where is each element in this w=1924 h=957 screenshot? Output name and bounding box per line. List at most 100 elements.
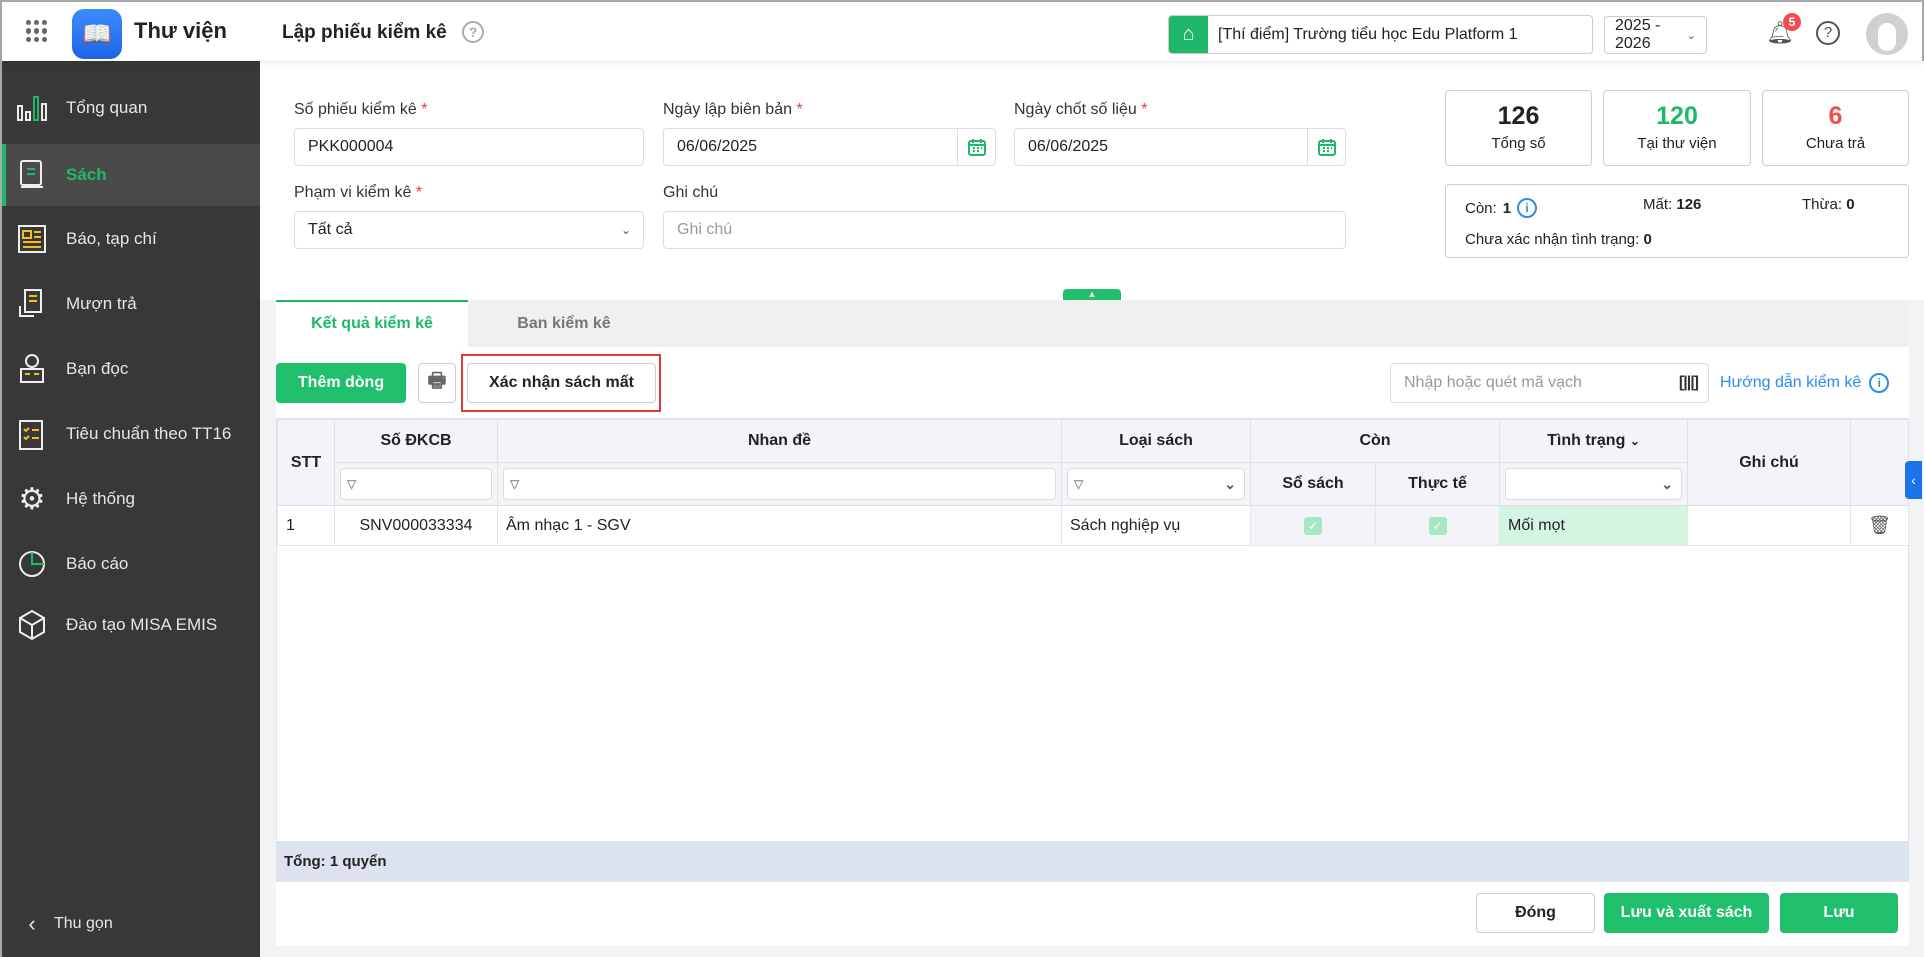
thua-label: Thừa: [1802,196,1843,213]
barcode-input[interactable]: Nhập hoặc quét mã vạch [|||] [1390,363,1709,403]
avatar[interactable] [1866,13,1908,55]
school-selector[interactable]: ⌂ [Thí điểm] Trường tiểu học Edu Platfor… [1168,15,1593,54]
con-label: Còn: [1465,199,1497,217]
table-row[interactable]: 1 SNV000033334 Âm nhạc 1 - SGV Sách nghi… [277,505,1910,546]
filter-icon: ▽ [1074,477,1084,491]
sidebar-item-bao-cao[interactable]: Báo cáo [2,533,260,595]
info-icon[interactable]: i [1517,198,1538,218]
stat-total-value: 126 [1497,102,1540,130]
side-panel-toggle[interactable]: ‹ [1905,461,1922,499]
sidebar-label: Bạn đọc [66,359,129,378]
collapse-sidebar-button[interactable]: ‹ Thu gọn [2,893,260,955]
apps-grid-icon[interactable] [26,20,48,42]
sidebar-item-bao-tap-chi[interactable]: Báo, tạp chí [2,208,260,270]
cell-tinh-trang[interactable]: Mối mọt [1499,505,1689,546]
pham-vi-value: Tất cả [308,221,353,238]
save-export-button[interactable]: Lưu và xuất sách [1604,893,1769,933]
reader-icon [14,351,50,387]
stat-total: 126 Tổng số [1445,90,1592,166]
inventory-table: STT Số ĐKCB Nhan đề Loại sách Còn Tình t… [276,418,1910,882]
sidebar-item-ban-doc[interactable]: Bạn đọc [2,338,260,400]
filter-icon: ▽ [510,477,520,491]
app-logo-icon: 📖 [72,9,122,59]
help-icon[interactable]: ? [462,21,484,43]
save-button[interactable]: Lưu [1780,893,1898,933]
calendar-icon[interactable] [1307,129,1345,165]
chevron-left-icon: ‹ [28,911,36,936]
close-button[interactable]: Đóng [1476,893,1595,933]
sidebar-item-tieu-chuan-tt16[interactable]: Tiêu chuẩn theo TT16 [2,403,260,465]
sidebar-label: Hệ thống [66,489,135,508]
ngay-chot-input[interactable]: 06/06/2025 [1014,128,1346,166]
nhan-de-filter[interactable]: ▽ [503,468,1056,500]
tinh-trang-filter[interactable]: ⌄ [1505,468,1683,500]
sidebar-label: Tiêu chuẩn theo TT16 [66,424,232,443]
cell-so-sach: ✓ [1250,505,1376,546]
school-year-select[interactable]: 2025 - 2026 ⌄ [1604,16,1707,54]
cell-nhan-de[interactable]: Âm nhạc 1 - SGV [497,505,1062,546]
ngay-lap-label: Ngày lập biên bản * [663,101,803,118]
col-con: Còn [1249,419,1501,463]
col-so-sach: Sổ sách [1250,462,1376,506]
stat-not-returned: 6 Chưa trả [1762,90,1909,166]
col-ghi-chu: Ghi chú [1687,419,1852,506]
page-title: Lập phiếu kiểm kê [282,22,447,43]
cell-ghi-chu[interactable] [1687,505,1852,546]
barcode-scan-icon[interactable]: [|||] [1679,374,1699,392]
cell-thuc-te: ✓ [1374,505,1501,546]
main-content: Số phiếu kiểm kê * PKK000004 Ngày lập bi… [260,61,1924,957]
pham-vi-label: Phạm vi kiểm kê * [294,184,423,201]
newspaper-icon [14,221,50,257]
chevron-down-icon: ⌄ [1224,475,1236,492]
checkbox-thuc-te[interactable]: ✓ [1428,516,1447,535]
stat-not-returned-value: 6 [1828,102,1843,130]
stat-in-library-label: Tại thư viện [1637,135,1717,152]
stat-in-library: 120 Tại thư viện [1603,90,1751,166]
pham-vi-select[interactable]: Tất cả ⌄ [294,211,644,249]
sidebar-label: Báo cáo [66,554,129,573]
filter-icon: ▽ [347,477,357,491]
stat-in-library-value: 120 [1656,102,1698,130]
ghi-chu-input[interactable]: Ghi chú [663,211,1346,249]
school-home-icon: ⌂ [1169,16,1208,53]
chevron-down-icon: ⌄ [1686,29,1696,42]
sidebar-item-muon-tra[interactable]: Mượn trả [2,273,260,335]
con-value: 1 [1502,199,1512,217]
loai-sach-filter[interactable]: ▽ ⌄ [1067,468,1245,500]
col-nhan-de: Nhan đề [497,419,1062,463]
sidebar-item-sach[interactable]: Sách [2,144,260,206]
tab-ban-kiem-ke[interactable]: Ban kiểm kê [468,300,660,347]
cell-stt: 1 [277,505,335,546]
mat-value: 126 [1676,196,1702,213]
checklist-icon [14,416,50,452]
collapse-form-toggle[interactable]: ▲ [1063,289,1121,300]
calendar-icon[interactable] [957,129,995,165]
top-header: 📖 Thư viện Lập phiếu kiểm kê ? ⌂ [Thí đi… [2,2,1922,61]
col-tinh-trang[interactable]: Tình trạng ⌄ [1499,419,1689,463]
trash-icon[interactable]: 🗑︎ [1850,505,1910,546]
bar-chart-icon [14,90,50,126]
so-dkcb-filter[interactable]: ▽ [340,468,492,500]
ngay-lap-value: 06/06/2025 [677,138,758,155]
gear-icon: ⚙ [18,482,46,516]
add-row-button[interactable]: Thêm dòng [276,363,406,403]
tab-ket-qua-kiem-ke[interactable]: Kết quả kiểm kê [276,300,468,347]
help-circle-icon[interactable]: ? [1816,21,1840,45]
printer-icon[interactable]: 🖶 [418,363,456,403]
so-phieu-input[interactable]: PKK000004 [294,128,644,166]
ngay-lap-input[interactable]: 06/06/2025 [663,128,996,166]
sidebar-item-tong-quan[interactable]: Tổng quan [2,77,260,139]
book-icon [14,157,50,193]
sidebar-item-dao-tao[interactable]: Đào tạo MISA EMIS [2,594,260,656]
confirm-lost-books-button[interactable]: Xác nhận sách mất [467,363,656,403]
checkbox-so-sach: ✓ [1304,516,1322,535]
table-total: Tổng: 1 quyển [284,853,387,870]
school-year-value: 2025 - 2026 [1615,17,1661,52]
guide-link[interactable]: Hướng dẫn kiểm kê i [1720,373,1890,393]
col-so-dkcb: Số ĐKCB [334,419,498,463]
sidebar-item-he-thong[interactable]: ⚙ Hệ thống [2,468,260,530]
col-thuc-te: Thực tế [1374,462,1501,506]
sidebar-label: Sách [66,165,107,184]
pie-chart-icon [14,546,50,582]
book-hand-icon [14,286,50,322]
